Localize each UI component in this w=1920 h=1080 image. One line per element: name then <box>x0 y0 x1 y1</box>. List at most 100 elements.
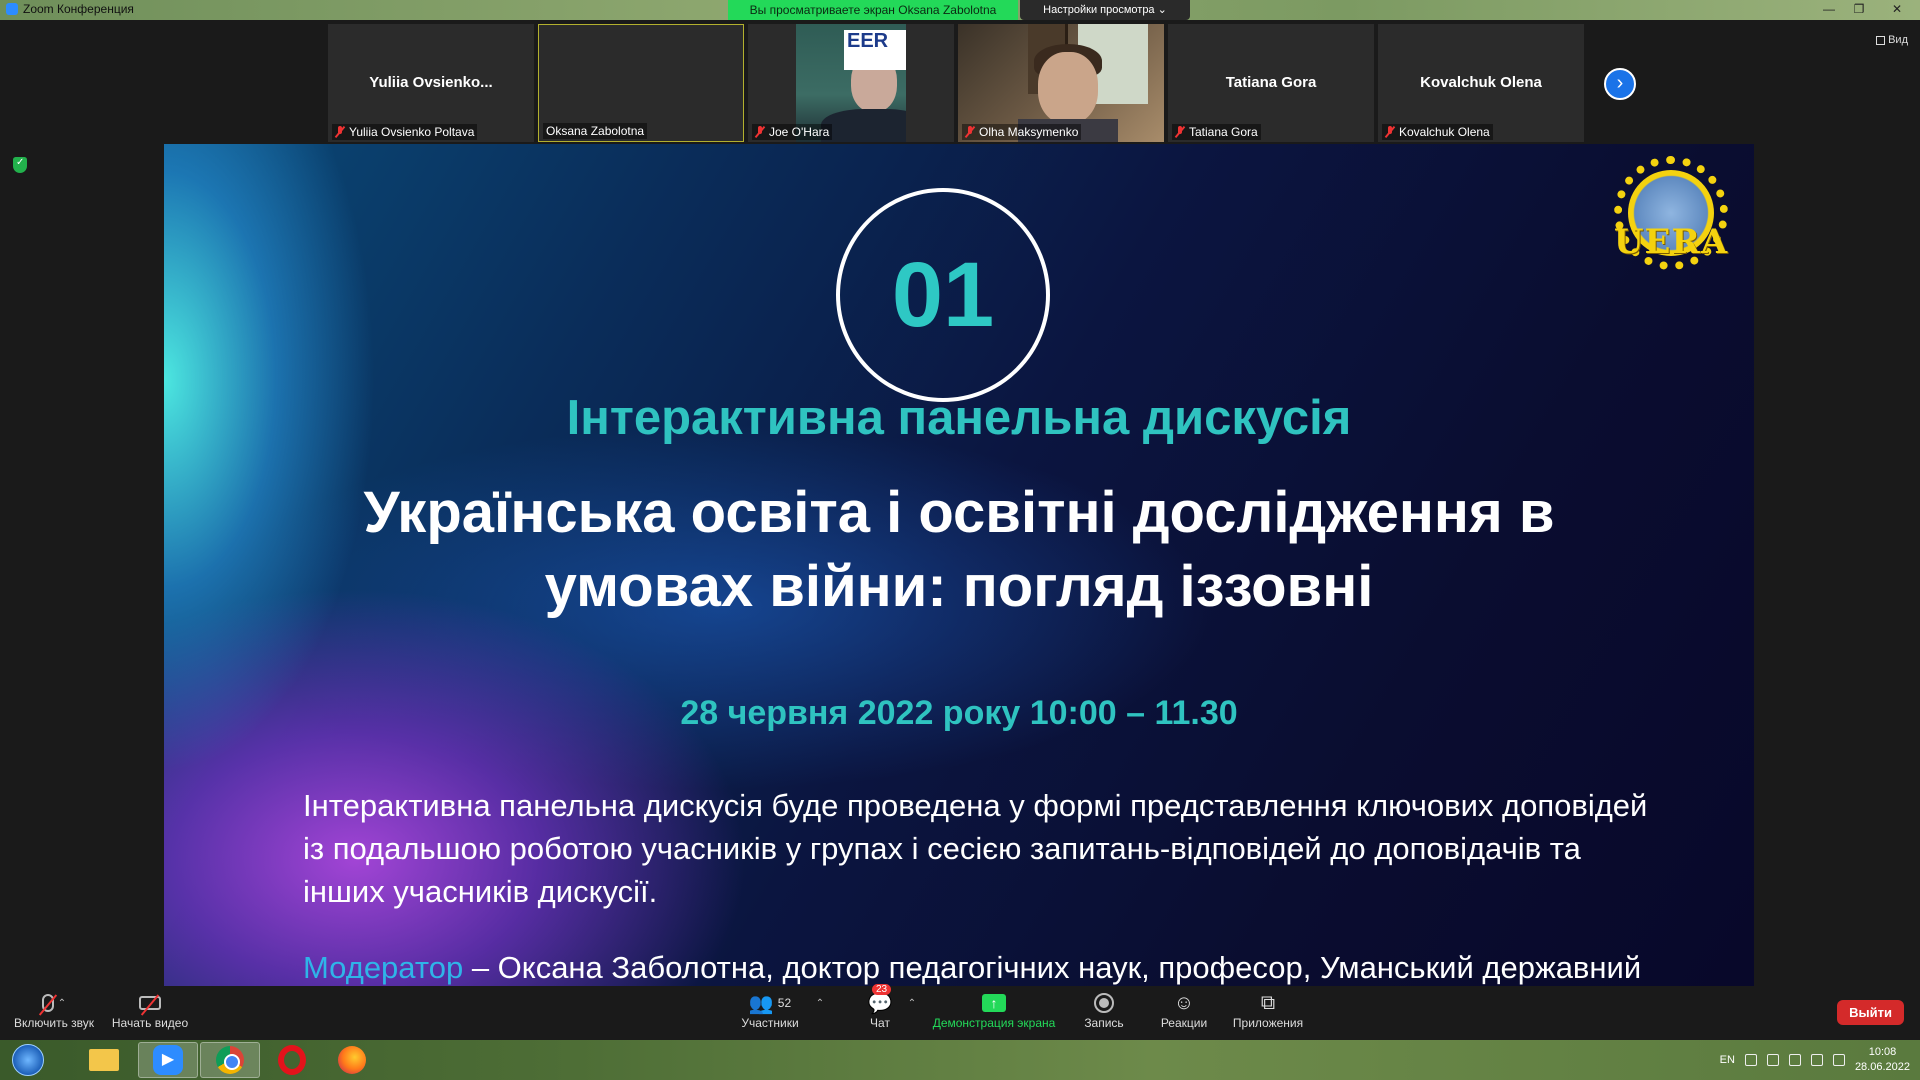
participant-label: Olha Maksymenko <box>962 124 1082 140</box>
participant-label-text: Joe O'Hara <box>769 125 830 139</box>
meeting-toolbar: ⌃ Включить звук Начать видео 👥 52 Участни… <box>0 984 1920 1040</box>
system-clock[interactable]: 10:08 28.06.2022 <box>1855 1045 1910 1075</box>
opera-icon <box>278 1045 306 1075</box>
record-button[interactable]: Запись <box>1076 990 1132 1030</box>
chat-label: Чат <box>870 1016 890 1030</box>
participant-label: Joe O'Hara <box>752 124 833 140</box>
participant-name-large: Yuliia Ovsienko... <box>369 74 493 91</box>
participants-button[interactable]: 👥 52 Участники <box>730 990 810 1031</box>
participant-gallery: Yuliia Ovsienko... Yuliia Ovsienko Polta… <box>328 24 1584 142</box>
participant-label-text: Oksana Zabolotna <box>546 124 645 138</box>
event-description: Інтерактивна панельна дискусія буде пров… <box>303 788 1648 909</box>
firefox-icon <box>338 1046 366 1074</box>
minimize-button[interactable]: — <box>1814 0 1844 20</box>
reactions-label: Реакции <box>1160 1016 1208 1030</box>
slide-subtitle: Інтерактивна панельна дискусія <box>566 391 1352 445</box>
folder-icon <box>89 1049 119 1071</box>
view-options-button[interactable]: Настройки просмотра ⌄ <box>1020 0 1190 20</box>
taskbar-explorer[interactable] <box>74 1042 134 1078</box>
video-person-head <box>1038 52 1098 124</box>
participant-name-large: Kovalchuk Olena <box>1420 74 1542 91</box>
apps-icon: ⧉ <box>1260 991 1276 1014</box>
view-button[interactable]: Вид <box>1876 34 1908 46</box>
participants-label: Участники <box>741 1016 799 1030</box>
participant-label: Tatiana Gora <box>1172 124 1261 140</box>
moderator-label: Модератор <box>303 950 464 985</box>
chat-button[interactable]: 💬 23 Чат <box>858 984 902 1030</box>
taskbar-zoom[interactable]: ▶ <box>138 1042 198 1078</box>
participant-label: Oksana Zabolotna <box>543 123 648 139</box>
start-button[interactable] <box>4 1042 52 1078</box>
zoom-app-icon <box>6 3 18 15</box>
chrome-icon <box>216 1046 244 1074</box>
apps-button[interactable]: ⧉ Приложения <box>1228 990 1308 1031</box>
view-button-label: Вид <box>1888 34 1908 46</box>
mic-muted-icon <box>335 126 345 138</box>
uera-logo: UERA <box>1606 156 1736 270</box>
share-screen-label: Демонстрация экрана <box>932 1016 1056 1030</box>
mic-muted-icon <box>965 126 975 138</box>
taskbar-firefox[interactable] <box>322 1042 382 1078</box>
moderator-text: – Оксана Заболотна, доктор педагогічних … <box>463 950 1642 985</box>
participants-count: 52 <box>777 996 792 1010</box>
flag-icon[interactable] <box>1788 1054 1801 1066</box>
mic-muted-icon <box>1385 126 1395 138</box>
clock-time: 10:08 <box>1868 1046 1897 1058</box>
participant-tile[interactable]: Olha Maksymenko <box>958 24 1164 142</box>
close-button[interactable]: ✕ <box>1874 0 1920 20</box>
grid-icon <box>1876 35 1886 45</box>
participant-tile[interactable]: Kovalchuk Olena Kovalchuk Olena <box>1378 24 1584 142</box>
leave-button[interactable]: Выйти <box>1837 1000 1904 1025</box>
caret-up-icon[interactable]: ⌃ <box>58 998 66 1009</box>
moderator-line: Модератор – Оксана Заболотна, доктор пед… <box>303 950 1714 986</box>
zoom-icon: ▶ <box>153 1045 183 1075</box>
record-icon <box>1094 993 1114 1013</box>
chat-caret[interactable]: ⌃ <box>904 990 920 1016</box>
participant-label-text: Kovalchuk Olena <box>1399 125 1490 139</box>
chat-unread-badge: 23 <box>872 984 892 995</box>
share-screen-button[interactable]: ↑ Демонстрация экрана <box>928 990 1060 1030</box>
camera-off-icon <box>139 996 161 1010</box>
start-video-button[interactable]: Начать видео <box>108 990 192 1030</box>
participant-tile[interactable]: EER Joe O'Hara <box>748 24 954 142</box>
participant-label-text: Yuliia Ovsienko Poltava <box>349 125 475 139</box>
volume-icon[interactable] <box>1832 1054 1845 1066</box>
language-indicator[interactable]: EN <box>1720 1054 1735 1066</box>
microphone-muted-icon <box>41 994 54 1012</box>
unmute-button[interactable]: ⌃ Включить звук <box>8 990 100 1030</box>
app-title: Zoom Конференция <box>6 2 134 16</box>
network-icon[interactable] <box>1766 1054 1779 1066</box>
participant-label: Kovalchuk Olena <box>1382 124 1493 140</box>
video-person-body <box>821 109 906 142</box>
taskbar-opera[interactable] <box>262 1042 322 1078</box>
share-banner: Вы просматриваете экран Oksana Zabolotna <box>728 0 1018 20</box>
start-video-label: Начать видео <box>111 1016 189 1030</box>
unmute-label: Включить звук <box>13 1016 95 1030</box>
participant-tile-active-speaker[interactable]: Oksana Zabolotna <box>538 24 744 142</box>
encryption-shield-icon[interactable] <box>13 157 27 173</box>
reactions-icon: ☺ <box>1173 991 1195 1014</box>
clock-date: 28.06.2022 <box>1854 1061 1910 1073</box>
window-title: Zoom Конференция <box>23 2 134 16</box>
participant-tile[interactable]: Tatiana Gora Tatiana Gora <box>1168 24 1374 142</box>
chevron-right-icon[interactable]: › <box>1604 68 1636 100</box>
mic-muted-icon <box>755 126 765 138</box>
slide-title: Українська освіта і освітні дослідження … <box>244 476 1674 624</box>
reactions-button[interactable]: ☺ Реакции <box>1152 990 1216 1031</box>
shared-screen-slide: 01 UERA Інтерактивна панельна дискусія У… <box>164 144 1754 986</box>
participant-label-text: Tatiana Gora <box>1189 125 1258 139</box>
record-label: Запись <box>1084 1016 1124 1030</box>
participant-name-large: Tatiana Gora <box>1225 74 1317 91</box>
taskbar-chrome[interactable] <box>200 1042 260 1078</box>
logo-text: UERA <box>1613 222 1729 262</box>
zoom-window: Zoom Конференция Вы просматриваете экран… <box>0 0 1920 1080</box>
participant-tile[interactable]: Yuliia Ovsienko... Yuliia Ovsienko Polta… <box>328 24 534 142</box>
help-icon[interactable] <box>1744 1054 1757 1066</box>
windows-taskbar: ▶ EN 10:08 28.06.2022 <box>0 1040 1920 1080</box>
maximize-button[interactable]: ❐ <box>1844 0 1874 20</box>
participants-icon: 👥 <box>748 992 774 1015</box>
participant-label: Yuliia Ovsienko Poltava <box>332 124 478 140</box>
participants-caret[interactable]: ⌃ <box>812 990 828 1016</box>
display-icon[interactable] <box>1810 1054 1823 1066</box>
mic-muted-icon <box>1175 126 1185 138</box>
